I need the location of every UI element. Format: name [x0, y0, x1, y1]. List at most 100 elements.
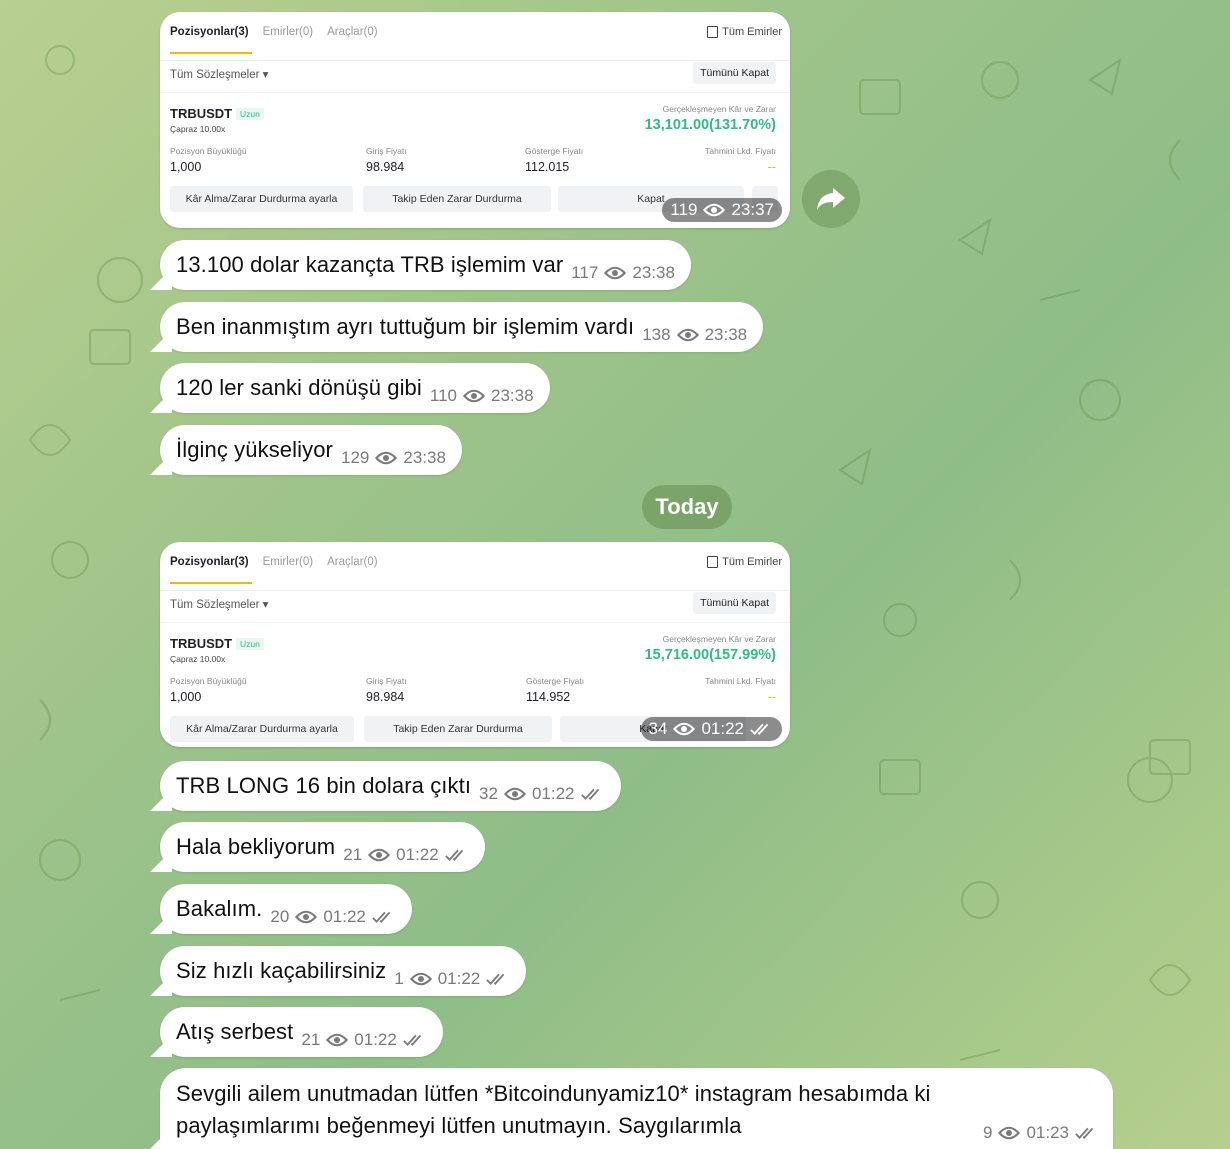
mark-label: Gösterge Fiyatı — [525, 146, 584, 156]
share-icon — [817, 188, 845, 210]
caret-down-icon: ▾ — [262, 599, 269, 611]
message-bubble[interactable]: Sevgili ailem unutmadan lütfen *Bitcoind… — [160, 1068, 1113, 1149]
timestamp: 01:22 — [437, 969, 481, 988]
tpsl-button: Kâr Alma/Zarar Durdurma ayarla — [170, 716, 354, 742]
message-meta: 1 01:22 — [394, 969, 510, 989]
message-bubble[interactable]: Bakalım. 20 01:22 — [160, 884, 412, 934]
message-meta: 32 01:22 — [479, 784, 604, 804]
view-count: 117 — [571, 263, 599, 282]
divider — [160, 92, 790, 93]
margin-mode: Çapraz 10.00x — [170, 654, 226, 664]
contracts-filter: Tüm Sözleşmeler ▾ — [170, 67, 268, 81]
eye-icon — [295, 910, 318, 924]
tab-tools: Araçlar(0) — [327, 556, 378, 568]
message-text: TRB LONG 16 bin dolara çıktı — [176, 773, 472, 798]
eye-icon — [368, 848, 391, 862]
pnl-value: 15,716.00(157.99%) — [644, 647, 776, 663]
contracts-filter: Tüm Sözleşmeler ▾ — [170, 597, 268, 611]
view-count: 20 — [270, 907, 290, 926]
symbol: TRBUSDT — [170, 636, 233, 651]
media-meta: 119 23:37 — [662, 198, 782, 222]
timestamp: 01:22 — [701, 719, 744, 738]
contracts-label: Tüm Sözleşmeler — [170, 69, 260, 81]
message-bubble[interactable]: Ben inanmıştım ayrı tuttuğum bir işlemim… — [160, 302, 764, 352]
view-count: 9 — [982, 1123, 993, 1142]
timestamp: 23:38 — [403, 448, 446, 467]
message-meta: 138 23:38 — [642, 325, 747, 345]
tab-tools: Araçlar(0) — [327, 26, 378, 38]
message-bubble[interactable]: 120 ler sanki dönüşü gibi 110 23:38 — [160, 363, 550, 413]
symbol: TRBUSDT — [170, 106, 233, 121]
active-tab-underline — [170, 52, 252, 54]
message-text: Ben inanmıştım ayrı tuttuğum bir işlemim… — [176, 314, 635, 339]
all-orders-link: Tüm Emirler — [707, 26, 782, 38]
message-text: Hala bekliyorum — [176, 834, 336, 859]
position-screenshot-1[interactable]: Pozisyonlar(3) Emirler(0) Araçlar(0) Tüm… — [160, 12, 790, 228]
size-label: Pozisyon Büyüklüğü — [170, 676, 247, 686]
timestamp: 01:22 — [323, 907, 366, 926]
all-orders-link: Tüm Emirler — [707, 556, 782, 568]
message-bubble[interactable]: 13.100 dolar kazançta TRB işlemim var 11… — [160, 240, 691, 290]
message-text: Bakalım. — [176, 896, 263, 921]
message-bubble[interactable]: İlginç yükseliyor 129 23:38 — [160, 425, 462, 475]
message-meta: 110 23:38 — [430, 386, 534, 406]
mark-value: 112.015 — [525, 160, 570, 174]
eye-icon — [375, 451, 398, 465]
mark-label: Gösterge Fiyatı — [526, 676, 585, 686]
entry-label: Giriş Fiyatı — [366, 146, 407, 156]
media-meta: 34 01:22 — [640, 717, 782, 741]
timestamp: 23:38 — [491, 386, 534, 405]
size-value: 1,000 — [170, 160, 202, 174]
double-check-icon — [486, 973, 505, 985]
pnl-label: Gerçekleşmeyen Kâr ve Zarar — [662, 104, 776, 114]
double-check-icon — [750, 723, 769, 735]
timestamp: 01:22 — [531, 784, 575, 803]
eye-icon — [676, 328, 699, 342]
tab-bar: Pozisyonlar(3) Emirler(0) Araçlar(0) — [170, 556, 378, 568]
mark-value: 114.952 — [526, 690, 571, 704]
all-orders-label: Tüm Emirler — [722, 26, 782, 38]
message-meta: 20 01:22 — [270, 907, 395, 927]
timestamp: 01:23 — [1026, 1123, 1069, 1142]
close-all-button: Tümünü Kapat — [693, 592, 776, 614]
divider — [160, 60, 790, 61]
tab-orders: Emirler(0) — [262, 26, 314, 38]
double-check-icon — [372, 911, 391, 923]
contracts-label: Tüm Sözleşmeler — [170, 599, 260, 611]
message-bubble[interactable]: TRB LONG 16 bin dolara çıktı 32 01:22 — [160, 761, 621, 811]
position-screenshot-2[interactable]: Pozisyonlar(3) Emirler(0) Araçlar(0) Tüm… — [160, 542, 790, 747]
double-check-icon — [580, 788, 599, 800]
message-text: İlginç yükseliyor — [176, 437, 333, 462]
tab-positions: Pozisyonlar(3) — [170, 26, 249, 38]
message-text: Atış serbest — [176, 1019, 294, 1044]
document-icon — [707, 556, 719, 568]
timestamp: 23:38 — [632, 263, 675, 282]
view-count: 32 — [479, 784, 498, 803]
tab-positions: Pozisyonlar(3) — [170, 556, 249, 568]
message-bubble[interactable]: Hala bekliyorum 21 01:22 — [160, 822, 485, 872]
close-all-button: Tümünü Kapat — [693, 62, 776, 84]
message-bubble[interactable]: Siz hızlı kaçabilirsiniz 1 01:22 — [160, 946, 527, 996]
view-count: 21 — [301, 1030, 321, 1049]
message-meta: 21 01:22 — [343, 845, 468, 865]
share-button[interactable] — [802, 170, 860, 228]
eye-icon — [604, 266, 627, 280]
message-bubble[interactable]: Atış serbest 21 01:22 — [160, 1007, 443, 1057]
eye-icon — [409, 972, 432, 986]
message-text-line-2: paylaşımlarımı beğenmeyi lütfen unutmayı… — [176, 1113, 742, 1138]
size-value: 1,000 — [170, 690, 202, 704]
view-count: 21 — [343, 845, 363, 864]
tab-orders: Emirler(0) — [262, 556, 314, 568]
eye-icon — [703, 203, 726, 217]
double-check-icon — [1075, 1127, 1094, 1139]
double-check-icon — [403, 1034, 422, 1046]
view-count: 1 — [394, 969, 404, 988]
view-count: 138 — [642, 325, 671, 344]
margin-mode: Çapraz 10.00x — [170, 124, 226, 134]
liq-value: -- — [767, 160, 776, 174]
trailing-stop-button: Takip Eden Zarar Durdurma — [363, 186, 551, 212]
divider — [160, 590, 790, 591]
side-badge: Uzun — [236, 108, 264, 120]
message-meta: 129 23:38 — [341, 448, 446, 468]
tpsl-button: Kâr Alma/Zarar Durdurma ayarla — [170, 186, 353, 212]
